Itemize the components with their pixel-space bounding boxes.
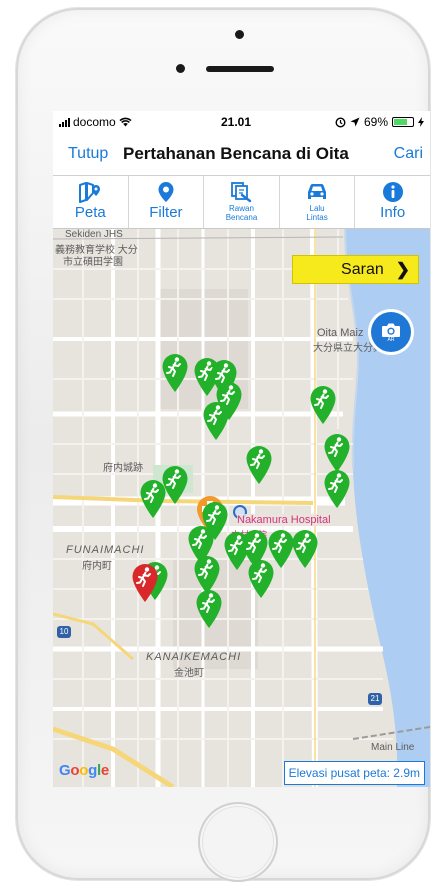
- traffic-label-line2: Lintas: [306, 213, 328, 222]
- hazard-label-line1: Rawan: [229, 204, 254, 213]
- info-icon: [382, 182, 403, 202]
- label-school-jp2: 市立碩田学園: [63, 257, 123, 268]
- main-toolbar: Peta Filter Rawan Bencana Lalu Lintas In…: [53, 176, 430, 229]
- camera-icon: [382, 323, 400, 337]
- route-badge-10: 10: [57, 626, 71, 638]
- evacuation-pin[interactable]: [323, 433, 351, 473]
- label-funaimachi-jp: 府内町: [82, 561, 112, 572]
- alarm-icon: [335, 116, 346, 128]
- info-button[interactable]: Info: [355, 176, 430, 228]
- hazard-button[interactable]: Rawan Bencana: [204, 176, 280, 228]
- traffic-button[interactable]: Lalu Lintas: [280, 176, 356, 228]
- ar-camera-button[interactable]: AR: [371, 312, 411, 352]
- battery-icon: [392, 117, 414, 127]
- running-person-icon: [246, 446, 272, 484]
- map-button[interactable]: Peta: [53, 176, 129, 228]
- wifi-icon: [119, 117, 132, 127]
- status-right: 69%: [335, 115, 424, 129]
- evacuation-pin-selected[interactable]: [131, 563, 159, 603]
- signal-icon: [59, 117, 70, 127]
- label-kanaike: KANAIKEMACHI: [146, 651, 242, 663]
- navigation-bar: Tutup Pertahanan Bencana di Oita Cari: [53, 133, 430, 176]
- evacuation-pin[interactable]: [323, 469, 351, 509]
- traffic-button-label: Lalu Lintas: [306, 204, 327, 222]
- filter-button[interactable]: Filter: [129, 176, 205, 228]
- map-button-label: Peta: [74, 204, 106, 221]
- charging-bolt-icon: [418, 117, 424, 127]
- label-main-line: Main Line: [371, 742, 415, 753]
- evacuation-pin[interactable]: [161, 353, 189, 393]
- hazard-button-label: Rawan Bencana: [226, 204, 258, 222]
- evacuation-pin[interactable]: [195, 589, 223, 629]
- search-button[interactable]: Cari: [394, 145, 423, 163]
- running-person-icon: [292, 530, 318, 568]
- route-badge-21: 21: [368, 693, 382, 705]
- evacuation-pin[interactable]: [247, 559, 275, 599]
- label-oita-maiz: Oita Maiz: [317, 327, 364, 339]
- running-person-icon: [310, 386, 336, 424]
- traffic-label-line1: Lalu: [309, 204, 325, 213]
- info-button-label: Info: [380, 204, 406, 221]
- phone-screen: docomo 21.01 69% Tutup Pertahanan Bencan…: [53, 111, 430, 787]
- carrier-name: docomo: [73, 115, 116, 129]
- label-kanaike-jp: 金池町: [174, 668, 204, 679]
- filter-button-label: Filter: [149, 204, 183, 221]
- location-arrow-icon: [350, 117, 360, 127]
- status-bar: docomo 21.01 69%: [53, 111, 430, 133]
- car-icon: [308, 184, 327, 199]
- running-person-icon: [324, 434, 350, 472]
- chevron-right-icon: ❯: [395, 259, 410, 279]
- evacuation-pin[interactable]: [202, 401, 230, 441]
- home-button[interactable]: [198, 802, 278, 882]
- running-person-icon: [132, 564, 158, 602]
- evacuation-pin[interactable]: [245, 445, 273, 485]
- hazard-layers-icon: [231, 182, 252, 203]
- running-person-icon: [162, 354, 188, 392]
- running-person-icon: [248, 560, 274, 598]
- ar-label: AR: [387, 336, 395, 343]
- running-person-icon: [324, 470, 350, 508]
- running-person-icon: [140, 480, 166, 518]
- running-person-icon: [203, 402, 229, 440]
- evacuation-pin[interactable]: [309, 385, 337, 425]
- evacuation-pin[interactable]: [139, 479, 167, 519]
- location-pin-icon: [158, 182, 174, 202]
- map-pin-icon: [79, 182, 101, 203]
- earpiece-speaker: [206, 66, 274, 72]
- hazard-label-line2: Bencana: [225, 213, 258, 222]
- suggest-button[interactable]: Saran ❯: [292, 255, 419, 284]
- map-view[interactable]: Sekiden JHS 義務教育学校 大分 市立碩田学園 Oita Maiz 大…: [53, 229, 430, 787]
- suggest-button-label: Saran: [341, 260, 384, 278]
- google-logo: Google: [59, 762, 109, 779]
- status-time: 21.01: [221, 115, 252, 129]
- battery-percent: 69%: [363, 115, 388, 129]
- label-funaimachi: FUNAIMACHI: [66, 544, 145, 556]
- label-school: Sekiden JHS: [65, 229, 123, 240]
- page-title: Pertahanan Bencana di Oita: [123, 144, 349, 163]
- carrier-group: docomo: [59, 115, 132, 129]
- front-camera: [235, 30, 244, 39]
- running-person-icon: [196, 590, 222, 628]
- label-funai-castle: 府内城跡: [103, 463, 143, 474]
- elevation-readout: Elevasi pusat peta: 2.9m: [283, 761, 425, 785]
- close-button[interactable]: Tutup: [68, 145, 108, 163]
- evacuation-pin[interactable]: [291, 529, 319, 569]
- hospital-label: Nakamura Hospital: [237, 514, 331, 526]
- proximity-sensor: [176, 64, 185, 73]
